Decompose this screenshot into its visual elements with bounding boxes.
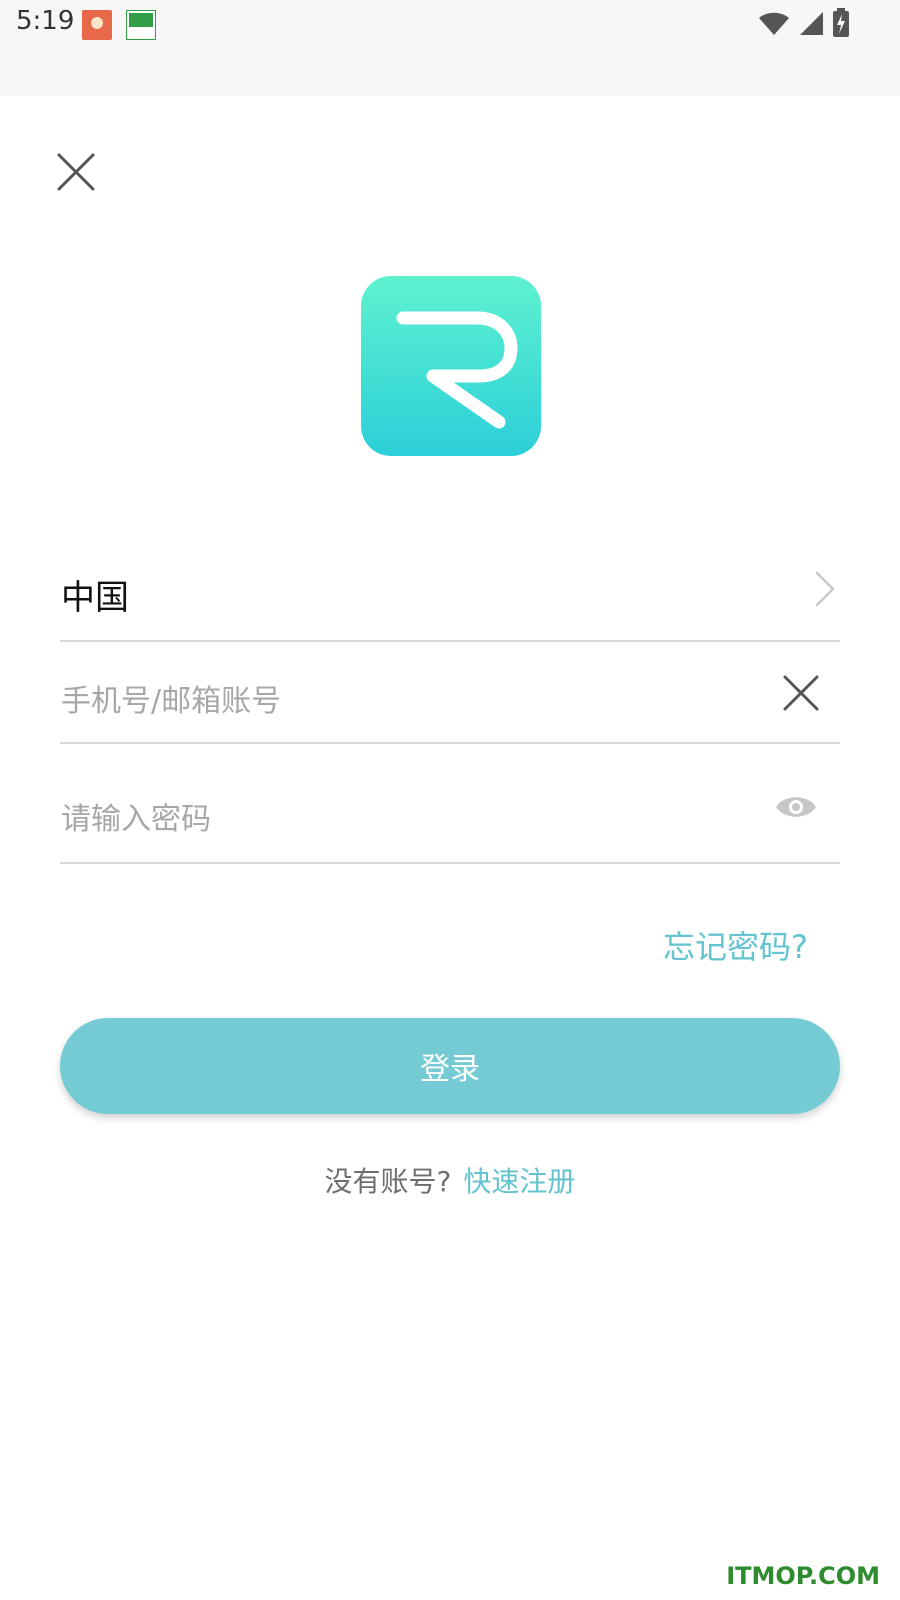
close-icon[interactable] — [56, 152, 96, 192]
signal-icon — [800, 12, 823, 35]
status-time: 5:19 — [16, 6, 75, 36]
password-field[interactable]: 请输入密码 — [60, 744, 840, 864]
status-bar: 5:19 — [0, 0, 900, 96]
drone-app-notification-icon — [126, 10, 156, 40]
app-avatar-notification-icon — [82, 10, 112, 40]
system-status-icons — [758, 8, 850, 38]
forgot-password-link[interactable]: 忘记密码? — [663, 922, 808, 968]
wifi-icon — [759, 12, 789, 35]
quick-register-link[interactable]: 快速注册 — [463, 1165, 575, 1198]
login-button-label: 登录 — [420, 1052, 480, 1087]
battery-charging-icon — [833, 8, 849, 37]
country-selector[interactable]: 中国 — [60, 540, 840, 642]
account-field[interactable]: 手机号/邮箱账号 — [60, 642, 840, 744]
country-label: 中国 — [61, 578, 129, 618]
chevron-right-icon — [815, 571, 835, 607]
divider — [60, 862, 840, 864]
account-input[interactable]: 手机号/邮箱账号 — [61, 676, 281, 720]
no-account-text: 没有账号? — [324, 1165, 452, 1198]
watermark: ITMOP.COM — [726, 1562, 880, 1590]
password-input[interactable]: 请输入密码 — [61, 794, 211, 838]
app-logo — [361, 276, 541, 456]
show-password-eye-icon[interactable] — [774, 792, 818, 822]
register-prompt: 没有账号? 快速注册 — [0, 1160, 900, 1200]
clear-input-icon[interactable] — [782, 674, 820, 712]
login-button[interactable]: 登录 — [60, 1018, 840, 1114]
